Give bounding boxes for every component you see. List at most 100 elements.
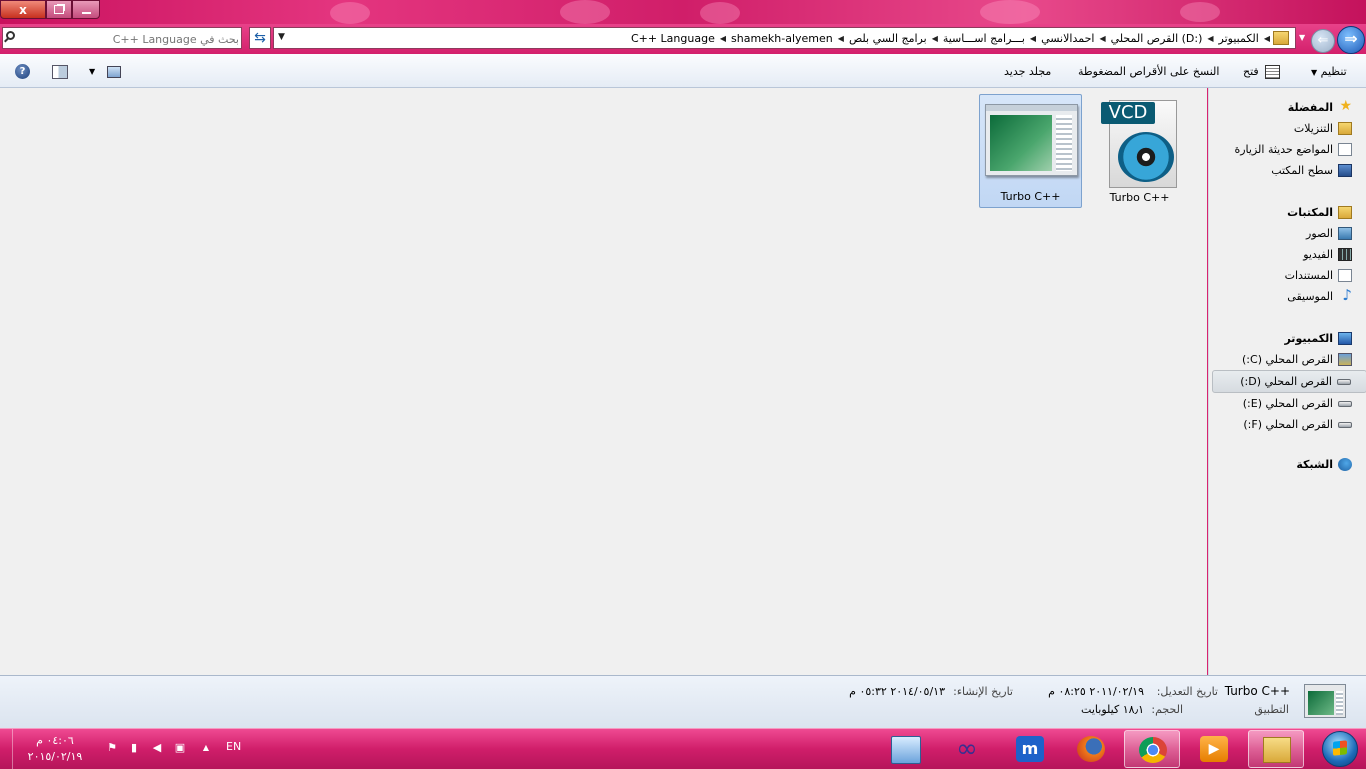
safely-remove-hardware-icon[interactable]: ▣ [174, 742, 186, 754]
action-center-flag-icon[interactable]: ⚑ [106, 742, 118, 754]
preview-pane-icon[interactable] [52, 65, 68, 79]
arrow-right-icon: ⇒ [1344, 29, 1358, 48]
nav-documents[interactable]: المستندات [1209, 265, 1366, 286]
clock-time: ٠٤:٠٦ م [36, 734, 74, 747]
nav-drive-f[interactable]: القرص المحلي (F:) [1209, 414, 1366, 435]
restore-button[interactable] [46, 0, 72, 19]
vcd-media-icon: VCD [1101, 96, 1179, 190]
search-box[interactable] [2, 27, 242, 49]
explorer-icon [1263, 737, 1291, 763]
nav-downloads[interactable]: التنزيلات [1209, 118, 1366, 139]
nav-recent-places[interactable]: المواضع حديثة الزيارة [1209, 139, 1366, 160]
organize-label: تنظيم [1320, 65, 1347, 78]
file-name: Turbo C++ [1000, 190, 1061, 203]
start-button[interactable] [1316, 729, 1362, 769]
network-signal-icon[interactable]: ▮ [128, 742, 140, 754]
nav-libraries[interactable]: المكتبات [1209, 202, 1366, 223]
address-history-dropdown-icon[interactable]: ▼ [278, 32, 285, 42]
breadcrumb-item[interactable]: الكمبيوتر [1214, 32, 1264, 45]
favorites-group: ★ المفضلة التنزيلات المواضع حديثة الزيارة… [1209, 97, 1366, 181]
language-indicator[interactable]: EN [226, 740, 241, 753]
breadcrumb-item-current[interactable]: C++ Language [626, 32, 720, 45]
open-button[interactable]: فتح [1243, 65, 1259, 78]
window-titlebar: x [0, 0, 1366, 24]
forward-button[interactable]: ⇐ [1311, 29, 1335, 53]
breadcrumb: ◀ الكمبيوتر ◀ القرص المحلي (D:) ◀ احمدال… [626, 28, 1291, 48]
file-item-selected[interactable]: Turbo C++ [979, 94, 1082, 208]
nav-drive-e[interactable]: القرص المحلي (E:) [1209, 393, 1366, 414]
media-player-icon: ▶ [1200, 736, 1228, 762]
organize-button[interactable]: ▼ تنظيم [1311, 65, 1347, 78]
nav-computer[interactable]: الكمبيوتر [1209, 328, 1366, 349]
chevron-down-icon: ▼ [1311, 68, 1318, 77]
taskbar: ٠٤:٠٦ م ٢٠١٥/٠٢/١٩ ⚑ ▮ ◀ ▣ ▲ EN ∞ m ▶ [0, 728, 1366, 769]
show-desktop-button[interactable] [0, 729, 13, 769]
nav-favorites[interactable]: ★ المفضلة [1209, 97, 1366, 118]
nav-desktop[interactable]: سطح المكتب [1209, 160, 1366, 181]
search-icon[interactable] [6, 31, 15, 40]
navigation-bar: ⇆ ▼ ◀ الكمبيوتر ◀ القرص المحلي (D:) ◀ اح… [0, 24, 1366, 54]
clock[interactable]: ٠٤:٠٦ م ٢٠١٥/٠٢/١٩ [20, 733, 90, 765]
details-file-name: Turbo C++ [1224, 684, 1290, 698]
address-bar[interactable]: ▼ ◀ الكمبيوتر ◀ القرص المحلي (D:) ◀ احمد… [273, 27, 1296, 49]
breadcrumb-item[interactable]: برامج السي بلص [844, 32, 932, 45]
taskbar-app-active[interactable] [1248, 730, 1304, 768]
taskbar-app[interactable]: ▶ [1186, 730, 1242, 768]
command-bar: ? ▼ مجلد جديد النسخ على الأقراص المضغوطة… [0, 54, 1366, 88]
details-modified-label: تاريخ التعديل: [1156, 685, 1218, 698]
breadcrumb-item[interactable]: بـــرامج اســـاسية [938, 32, 1030, 45]
breadcrumb-item[interactable]: shamekh-alyemen [726, 32, 838, 45]
close-button[interactable]: x [0, 0, 46, 19]
show-hidden-icons-icon[interactable]: ▲ [200, 742, 212, 754]
refresh-icon: ⇆ [254, 30, 266, 46]
volume-muted-icon[interactable]: ◀ [151, 742, 163, 754]
new-folder-button[interactable]: مجلد جديد [1004, 65, 1051, 78]
drive-icon [1338, 401, 1352, 407]
file-item[interactable]: VCD Turbo C++ [1088, 94, 1191, 208]
taskbar-app[interactable] [877, 730, 933, 768]
details-modified-value: ٢٠١١/٠٢/١٩ ٠٨:٢٥ م [1048, 685, 1144, 698]
open-icon[interactable] [1265, 65, 1280, 79]
details-created-label: تاريخ الإنشاء: [953, 685, 1013, 698]
breadcrumb-item[interactable]: القرص المحلي (D:) [1106, 32, 1208, 45]
windows-logo-icon [1322, 731, 1358, 767]
file-list-pane[interactable]: VCD Turbo C++ Turbo C++ [0, 88, 1207, 675]
breadcrumb-item[interactable]: احمدالانسي [1036, 32, 1099, 45]
nav-network[interactable]: الشبكة [1209, 454, 1366, 475]
back-button[interactable]: ⇒ [1337, 26, 1365, 54]
infinity-icon: ∞ [956, 734, 978, 764]
help-icon[interactable]: ? [15, 64, 30, 79]
taskbar-app[interactable]: m [1002, 730, 1058, 768]
close-icon: x [19, 2, 27, 17]
nav-pictures[interactable]: الصور [1209, 223, 1366, 244]
breadcrumb-chevron-icon[interactable]: ◀ [1264, 34, 1270, 43]
downloads-folder-icon [1338, 122, 1352, 135]
details-size-value: ١٨٫١ كيلوبايت [1081, 703, 1144, 716]
nav-drive-c[interactable]: القرص المحلي (C:) [1209, 349, 1366, 370]
taskbar-app-active[interactable] [1124, 730, 1180, 768]
search-input[interactable] [17, 29, 241, 49]
chrome-icon [1139, 737, 1167, 763]
refresh-button[interactable]: ⇆ [249, 27, 271, 49]
pictures-icon [1338, 227, 1352, 240]
change-view-icon[interactable] [107, 66, 121, 78]
drive-icon [1338, 422, 1352, 428]
chevron-down-icon[interactable]: ▼ [89, 67, 95, 76]
star-icon: ★ [1339, 98, 1352, 114]
music-icon: ♪ [1342, 286, 1352, 304]
nav-music[interactable]: ♪ الموسيقى [1209, 286, 1366, 307]
nav-videos[interactable]: الفيديو [1209, 244, 1366, 265]
taskbar-app[interactable] [1063, 730, 1119, 768]
documents-icon [1338, 269, 1352, 282]
minimize-button[interactable] [72, 0, 100, 19]
drive-icon [1337, 379, 1351, 385]
details-file-type: التطبيق [1254, 703, 1289, 716]
recent-pages-dropdown-icon[interactable]: ▼ [1299, 33, 1305, 42]
libraries-group: المكتبات الصور الفيديو المستندات ♪ الموسي… [1209, 202, 1366, 307]
taskbar-app[interactable]: ∞ [939, 730, 995, 768]
computer-group: الكمبيوتر القرص المحلي (C:) القرص المحلي… [1209, 328, 1366, 435]
maxthon-icon: m [1016, 736, 1044, 762]
burn-button[interactable]: النسخ على الأقراص المضغوطة [1078, 65, 1219, 78]
nav-drive-d[interactable]: القرص المحلي (D:) [1212, 370, 1366, 393]
system-drive-icon [1338, 353, 1352, 366]
